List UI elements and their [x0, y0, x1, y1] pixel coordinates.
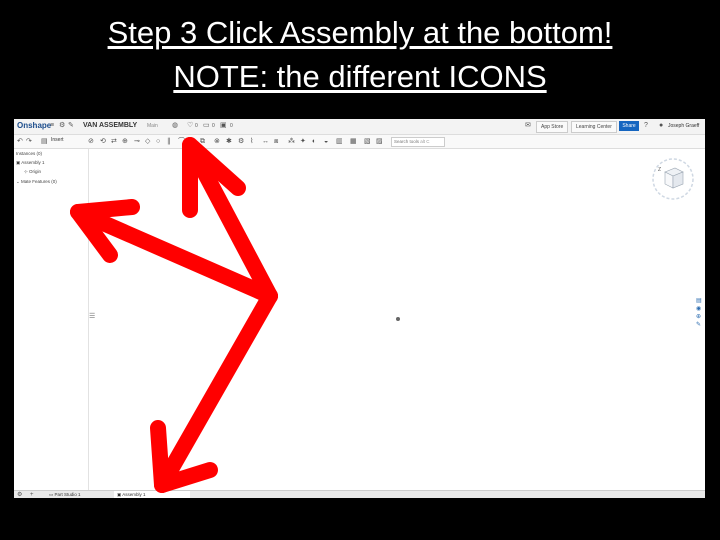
search-shortcut: alt C [420, 139, 430, 144]
notes-icon[interactable]: ✎ [696, 321, 705, 329]
user-name[interactable]: Joseph Graeff [668, 123, 699, 129]
tab-assembly[interactable]: ▣ Assembly 1 [114, 491, 190, 498]
view-icon[interactable]: ▦ [350, 137, 357, 146]
appearance-icon[interactable]: ▤ [696, 297, 705, 305]
insert-icon[interactable]: ▤ [41, 137, 48, 146]
measure-icon[interactable]: ◐ [312, 137, 316, 146]
configuration-icon[interactable]: ▧ [364, 137, 371, 146]
tools-icon[interactable]: ⚙ [59, 121, 65, 131]
parallel-mate-icon[interactable]: ∥ [167, 137, 171, 146]
properties-icon[interactable]: ◉ [696, 305, 705, 313]
screw-relation-icon[interactable]: ⌇ [250, 137, 253, 146]
user-avatar-icon[interactable]: ● [659, 121, 663, 131]
settings-icon[interactable]: ✎ [68, 121, 74, 131]
origin-point [396, 317, 400, 321]
right-toolstrip: ▤ ◉ ⊕ ✎ [696, 297, 705, 329]
share-button[interactable]: Share [619, 121, 639, 131]
search-tools-input[interactable]: Search tools alt C [391, 137, 445, 147]
top-bar: Onshape ≡ ⚙ ✎ VAN ASSEMBLY Main ◍ ♡ 0 ▭ … [14, 119, 705, 135]
feature-list-panel: Instances (0) ▣ Assembly 1 ⊹ Origin ⌄ Ma… [14, 149, 89, 490]
replicate-icon[interactable]: ⧈ [274, 137, 278, 146]
bom-icon[interactable]: ⊕ [696, 313, 705, 321]
document-title: VAN ASSEMBLY [83, 122, 138, 129]
panel-toggle-icon[interactable]: ☰ [89, 312, 95, 320]
fasten-mate-icon[interactable]: ⊘ [88, 137, 94, 146]
view-cube[interactable]: Z [649, 155, 697, 203]
help-icon[interactable]: ? [644, 121, 648, 131]
display-states-icon[interactable]: ▥ [336, 137, 343, 146]
tab-part-studio[interactable]: ▭ Part Studio 1 [46, 491, 84, 498]
redo-icon[interactable]: ↷ [26, 137, 32, 146]
linear-relation-icon[interactable]: ↔ [262, 137, 269, 146]
onshape-logo[interactable]: Onshape [17, 121, 51, 130]
menu-icon[interactable]: ≡ [50, 121, 54, 131]
branch-label[interactable]: Main [147, 123, 158, 129]
origin-node[interactable]: ⊹ Origin [24, 169, 41, 175]
document-tab-bar: ⚙ + ▭ Part Studio 1 ▣ Assembly 1 [14, 490, 705, 498]
tangent-mate-icon[interactable]: ⌒ [178, 137, 185, 146]
globe-icon[interactable]: ◍ [172, 121, 178, 131]
section-view-icon[interactable]: ◒ [324, 137, 328, 146]
assembly-node[interactable]: ▣ Assembly 1 [16, 160, 45, 166]
assembly-toolbar: ↶ ↷ ▤ Insert ⊘ ⟲ ⇄ ⊕ ⊸ ◇ ○ ∥ ⌒ ⇿ ⧉ ⊗ ✱ ⚙… [14, 135, 705, 149]
learning-center-button[interactable]: Learning Center [571, 121, 617, 133]
cylindrical-mate-icon[interactable]: ⊕ [122, 137, 128, 146]
slide-title-line1: Step 3 Click Assembly at the bottom! [107, 15, 613, 50]
ball-mate-icon[interactable]: ○ [156, 137, 160, 146]
group-icon[interactable]: ⧉ [200, 137, 205, 146]
mate-features-node[interactable]: ⌄ Mate Features (0) [16, 179, 57, 185]
comment-count: 0 [212, 123, 215, 129]
onshape-window: Onshape ≡ ⚙ ✎ VAN ASSEMBLY Main ◍ ♡ 0 ▭ … [14, 119, 705, 498]
svg-text:Z: Z [658, 167, 661, 173]
comment-icon[interactable]: ▭ [203, 121, 210, 131]
instances-header: Instances (0) [16, 151, 43, 156]
width-mate-icon[interactable]: ⇿ [189, 137, 195, 146]
pattern-icon[interactable]: ⁂ [288, 137, 295, 146]
more-tools-icon[interactable]: ▨ [376, 137, 383, 146]
gear-relation-icon[interactable]: ✱ [226, 137, 232, 146]
rack-pinion-icon[interactable]: ⚙ [238, 137, 244, 146]
mate-connector-icon[interactable]: ⊗ [214, 137, 220, 146]
explode-icon[interactable]: ✦ [300, 137, 306, 146]
add-tab-icon[interactable]: + [30, 491, 34, 498]
pin-slot-mate-icon[interactable]: ⊸ [134, 137, 140, 146]
slider-mate-icon[interactable]: ⇄ [111, 137, 117, 146]
like-icon[interactable]: ♡ [187, 121, 193, 131]
planar-mate-icon[interactable]: ◇ [145, 137, 150, 146]
revolute-mate-icon[interactable]: ⟲ [100, 137, 106, 146]
app-store-button[interactable]: App Store [536, 121, 569, 133]
chat-icon[interactable]: ✉ [525, 121, 531, 131]
notification-count: 0 [230, 123, 233, 129]
undo-icon[interactable]: ↶ [17, 137, 23, 146]
notification-icon[interactable]: ▣ [220, 121, 227, 131]
like-count: 0 [195, 123, 198, 129]
tab-manager-icon[interactable]: ⚙ [17, 491, 22, 498]
slide-title-line2: NOTE: the different ICONS [173, 59, 547, 94]
insert-button[interactable]: Insert [51, 137, 64, 143]
